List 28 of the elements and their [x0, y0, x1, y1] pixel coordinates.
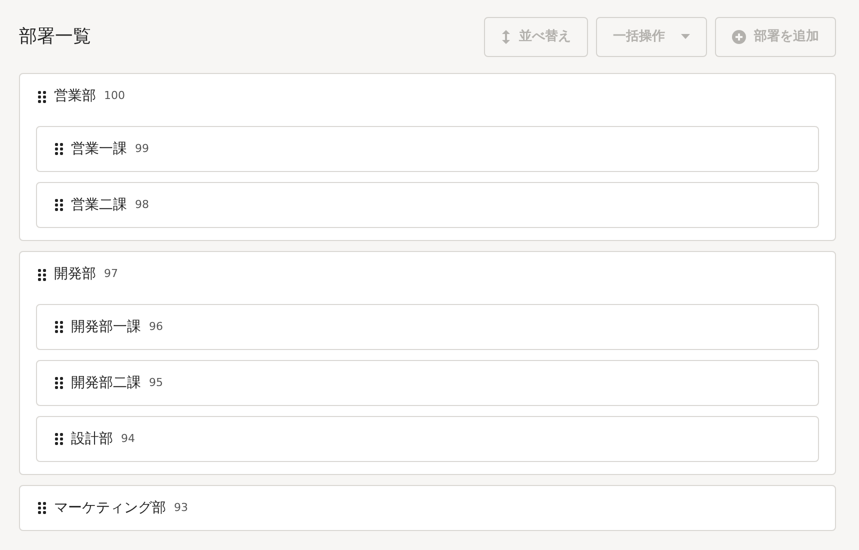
drag-handle-icon[interactable]: [55, 199, 63, 211]
drag-handle-icon[interactable]: [55, 143, 63, 155]
sort-arrow-icon: [501, 30, 511, 44]
plus-circle-icon: [732, 30, 746, 44]
caret-icon: [681, 34, 690, 39]
member-count: 99: [135, 140, 149, 157]
department-name: 開発部: [54, 265, 96, 284]
drag-handle-icon[interactable]: [38, 502, 46, 514]
member-count: 93: [174, 500, 188, 516]
drag-handle-icon[interactable]: [38, 90, 46, 102]
member-count: 100: [104, 88, 125, 104]
member-count: 95: [149, 374, 163, 391]
drag-handle-icon[interactable]: [38, 268, 46, 280]
section-name: 開発部二課: [71, 374, 141, 392]
page-title: 部署一覧: [19, 25, 91, 49]
drag-handle-icon[interactable]: [55, 433, 63, 445]
section-name: 開発部一課: [71, 318, 141, 336]
department-name: 営業部: [54, 87, 96, 106]
drag-handle-icon[interactable]: [55, 377, 63, 389]
section-name: 設計部: [71, 430, 113, 448]
section-name: 営業一課: [71, 140, 127, 158]
member-count: 97: [104, 266, 118, 282]
department-name: マーケティング部: [54, 498, 166, 518]
drag-handle-icon[interactable]: [55, 321, 63, 333]
member-count: 96: [149, 318, 163, 335]
member-count: 94: [121, 430, 135, 447]
section-name: 営業二課: [71, 196, 127, 214]
member-count: 98: [135, 196, 149, 213]
